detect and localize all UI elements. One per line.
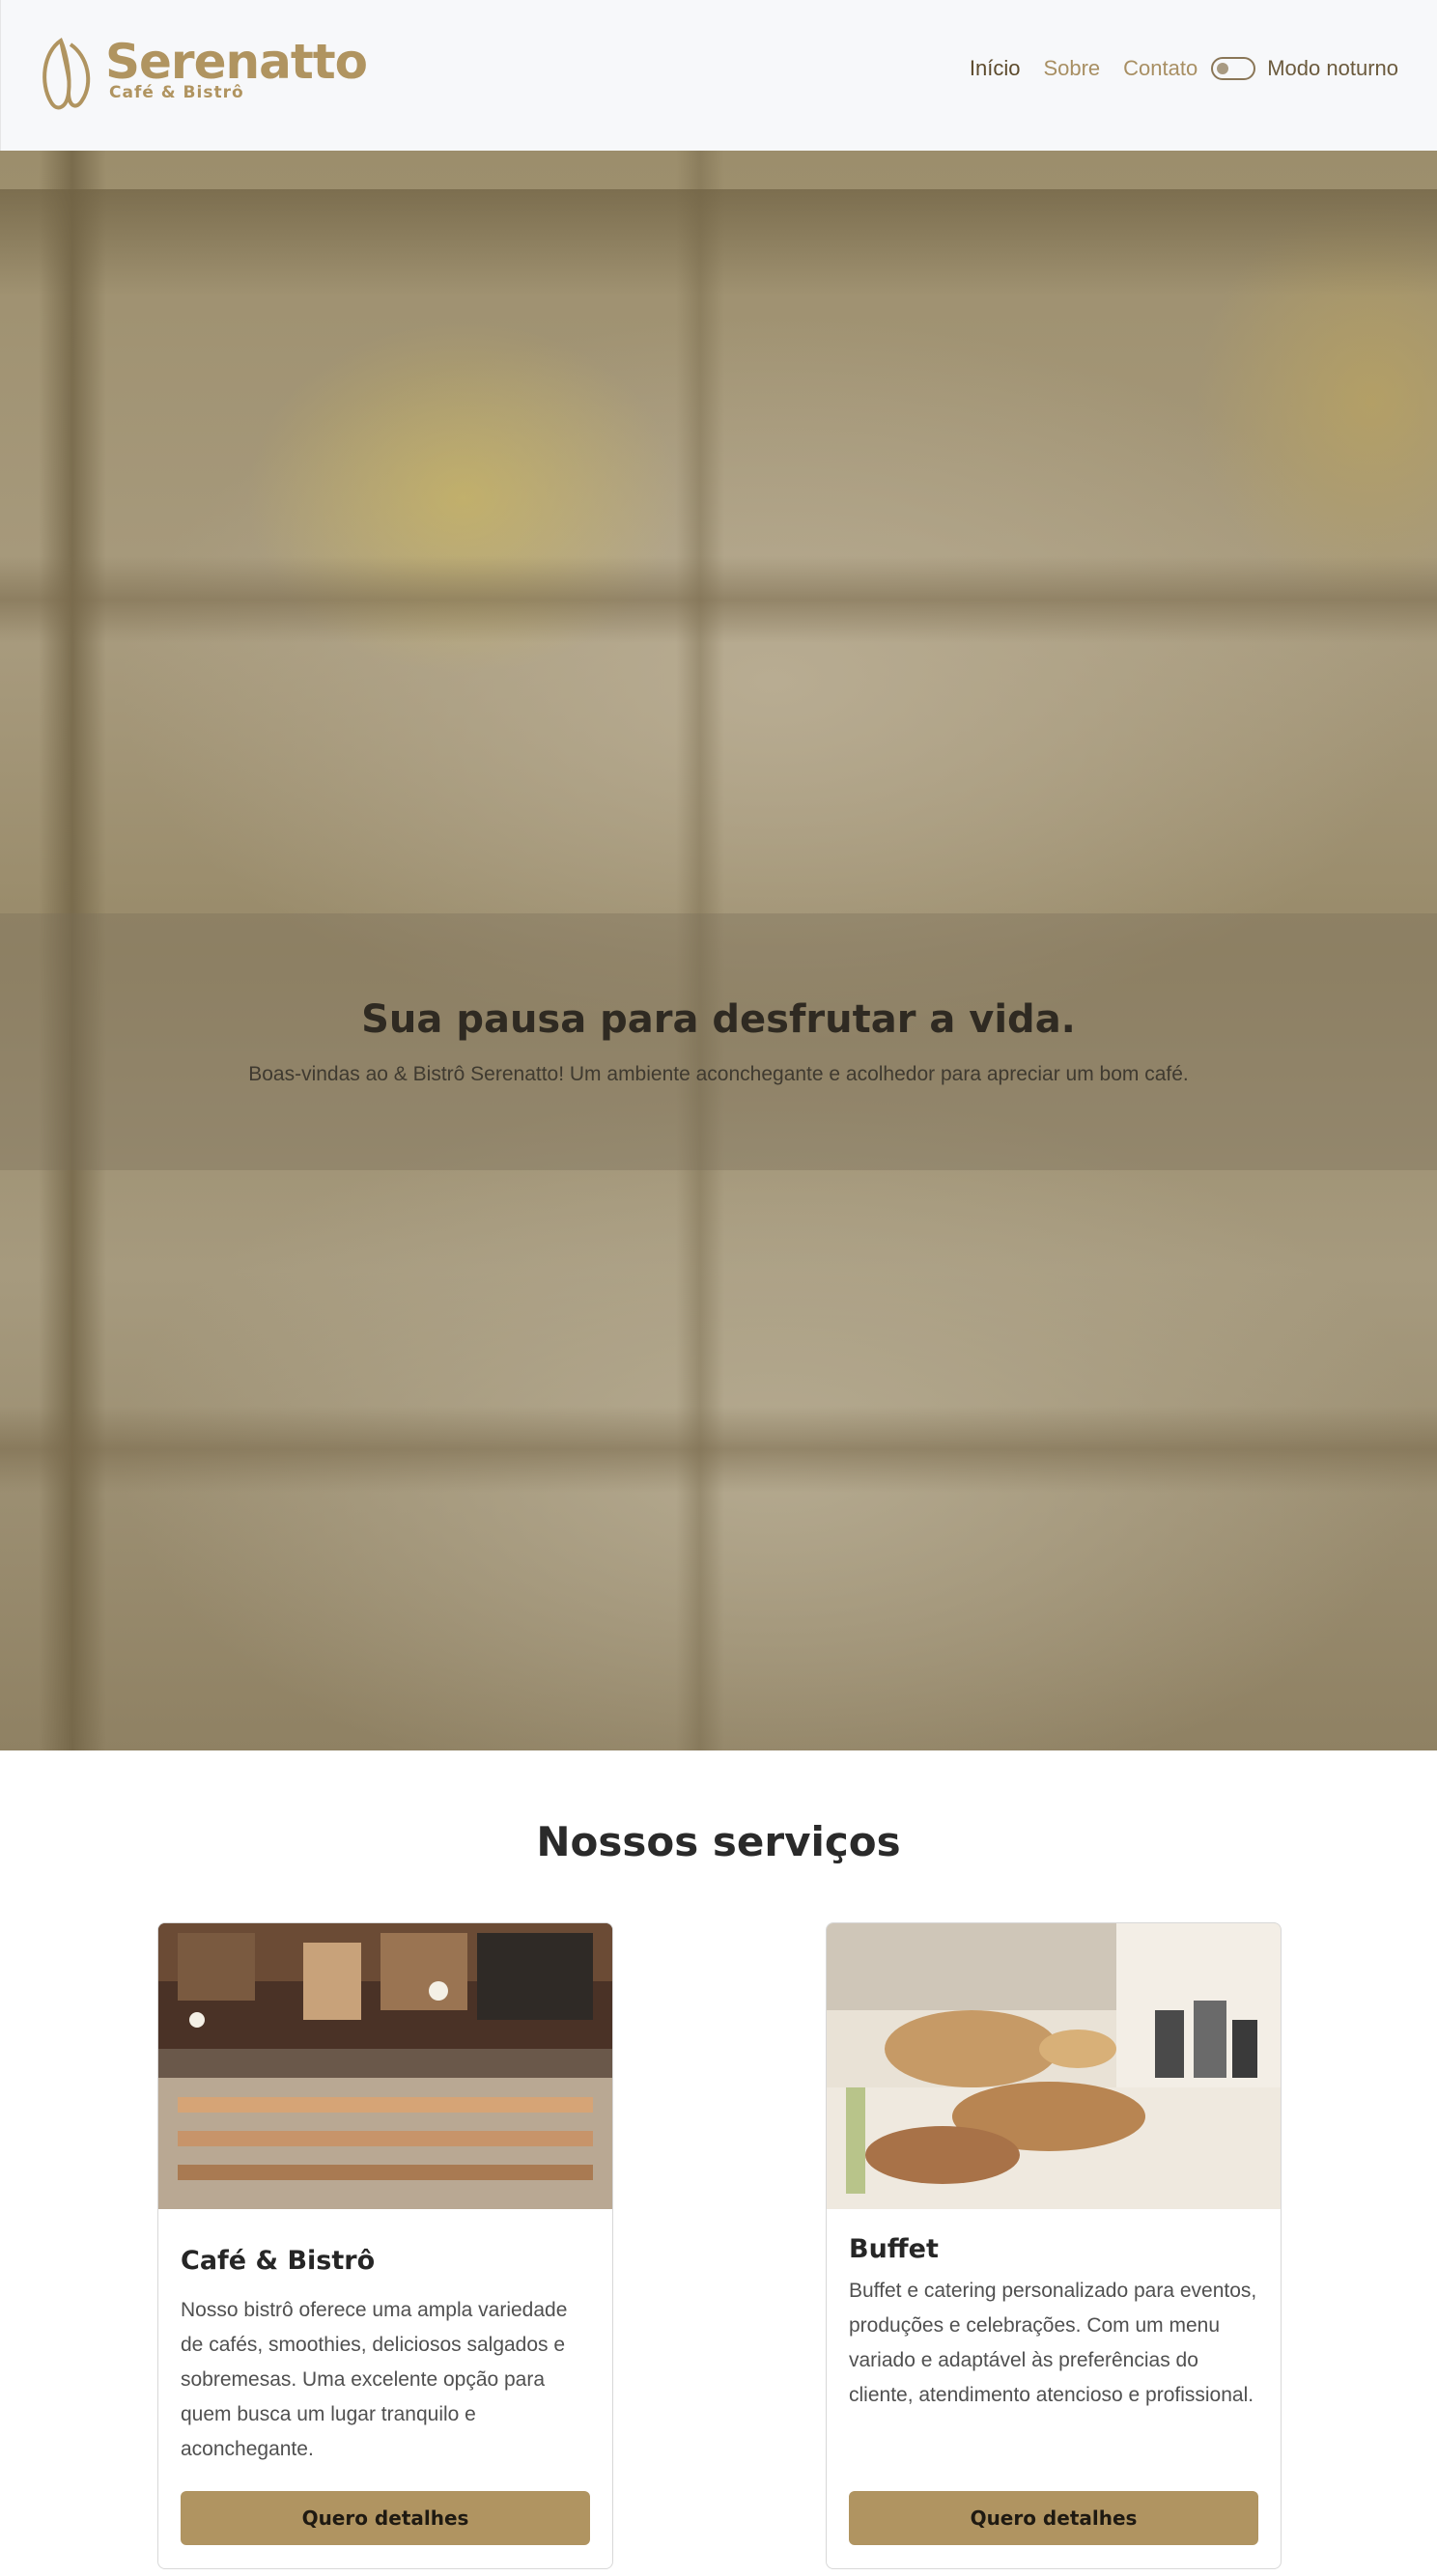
brand-name: Serenatto (105, 34, 368, 90)
card-text: Buffet e catering personalizado para eve… (849, 2280, 1257, 2406)
coffee-bean-logo-icon (42, 37, 91, 110)
dark-mode-label: Modo noturno (1267, 56, 1398, 80)
hero-banner: Sua pausa para desfrutar a vida. Boas-vi… (0, 151, 1437, 1750)
nav-link-inicio[interactable]: Início (970, 56, 1021, 81)
hero-subtitle: Boas-vindas ao & Bistrô Serenatto! Um am… (248, 1063, 1189, 1085)
main-nav: Início Sobre Contato Modo noturno (946, 56, 1398, 81)
hero-background-shape (0, 556, 1437, 643)
card-body: Café & Bistrô Nosso bistrô oferece uma a… (158, 2246, 612, 2467)
card-title: Café & Bistrô (181, 2246, 376, 2276)
cafe-counter-image (158, 1923, 612, 2209)
service-card-cafe: Café & Bistrô Nosso bistrô oferece uma a… (157, 1922, 613, 2569)
site-header: Serenatto Café & Bistrô Início Sobre Con… (0, 0, 1437, 151)
services-title: Nossos serviços (536, 1818, 901, 1865)
nav-link-contato[interactable]: Contato (1123, 56, 1198, 81)
logo[interactable]: Serenatto Café & Bistrô (38, 34, 368, 114)
hero-background-shape (0, 1406, 1437, 1493)
buffet-table-image (827, 1923, 1281, 2209)
card-text: Nosso bistrô oferece uma ampla variedade… (181, 2299, 568, 2460)
service-card-buffet: Buffet Buffet e catering personalizado p… (826, 1922, 1282, 2569)
details-button-cafe[interactable]: Quero detalhes (181, 2491, 590, 2545)
hero-title: Sua pausa para desfrutar a vida. (361, 997, 1076, 1042)
hero-caption: Sua pausa para desfrutar a vida. Boas-vi… (0, 913, 1437, 1170)
card-body: Buffet Buffet e catering personalizado p… (827, 2234, 1281, 2448)
card-title: Buffet (849, 2234, 939, 2264)
logo-text: Serenatto Café & Bistrô (105, 34, 368, 102)
toggle-knob (1217, 63, 1229, 74)
details-button-buffet[interactable]: Quero detalhes (849, 2491, 1258, 2545)
nav-link-sobre[interactable]: Sobre (1043, 56, 1100, 81)
dark-mode-toggle[interactable] (1211, 57, 1256, 80)
